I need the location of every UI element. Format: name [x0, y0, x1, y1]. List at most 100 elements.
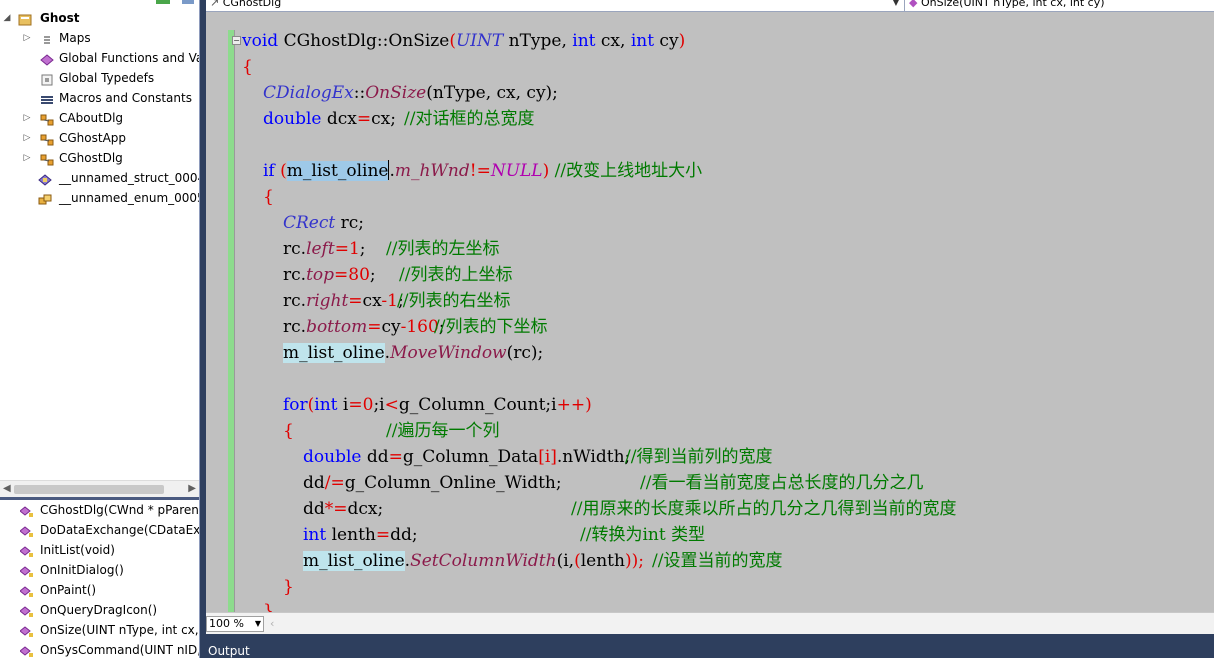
token: {	[263, 187, 274, 207]
token: void	[242, 31, 284, 51]
token: (nType, cx, cy);	[426, 83, 558, 103]
code-line-16: {	[283, 418, 294, 444]
chevron-down-icon[interactable]: ▼	[255, 617, 261, 631]
token: 1	[348, 239, 360, 259]
class-icon	[40, 112, 54, 126]
token: cx,	[595, 31, 631, 51]
token: int	[303, 525, 327, 545]
token: =	[334, 239, 349, 259]
method-icon	[19, 564, 34, 577]
token: =	[375, 525, 391, 545]
code-line-23: }	[263, 598, 274, 612]
token: m_hWnd	[394, 161, 470, 181]
class-combo-icon: ↗	[210, 0, 220, 9]
code-line-4: double dcx=cx;	[263, 106, 396, 132]
member-item[interactable]: CGhostDlg(CWnd * pParent	[0, 500, 199, 520]
token: CRect	[283, 213, 336, 233]
scroll-left-icon[interactable]: ‹	[270, 617, 274, 630]
code-line-19: dd*=dcx;	[303, 496, 383, 522]
member-item[interactable]: OnSysCommand(UINT nID, L	[0, 640, 199, 658]
tree-item-cghostapp[interactable]: ▷ CGhostApp	[0, 128, 199, 148]
maps-icon	[40, 32, 54, 44]
scrollbar-thumb[interactable]	[14, 485, 164, 494]
code-comment: //得到当前列的宽度	[625, 447, 773, 467]
member-label: OnQueryDragIcon()	[40, 603, 158, 617]
member-combo[interactable]: ◆ OnSize(UINT nType, int cx, int cy)	[904, 0, 1214, 11]
token: for	[283, 395, 308, 415]
member-item[interactable]: OnQueryDragIcon()	[0, 600, 199, 620]
token: ));	[624, 551, 644, 571]
code-comment: //设置当前的宽度	[652, 551, 783, 571]
token-highlighted: m_list_oline	[303, 551, 405, 571]
collapse-arrow-icon[interactable]: ◢	[2, 8, 12, 28]
class-tree-horizontal-scrollbar[interactable]: ◀ ▶	[0, 480, 199, 497]
scroll-left-icon[interactable]: ◀	[3, 483, 11, 494]
token: [	[538, 447, 545, 467]
token: CDialogEx	[263, 83, 354, 103]
code-line-15: for(int i=0;i<g_Column_Count;i++)	[283, 392, 592, 418]
token: 80	[348, 265, 370, 285]
token: {	[242, 57, 253, 77]
token: }	[263, 601, 274, 612]
zoom-combo[interactable]: 100 % ▼	[206, 616, 264, 632]
token: (	[280, 161, 287, 181]
token: OnSize	[365, 83, 427, 103]
member-item[interactable]: OnInitDialog()	[0, 560, 199, 580]
token: top	[306, 265, 335, 285]
token: ::	[376, 31, 389, 51]
token: ;	[359, 239, 366, 259]
tree-item-unnamed-enum[interactable]: __unnamed_enum_0005_	[0, 188, 199, 208]
tree-item-caboutdlg[interactable]: ▷ CAboutDlg	[0, 108, 199, 128]
token: g_Column_Data	[402, 447, 539, 467]
project-icon	[18, 12, 32, 26]
method-icon	[19, 524, 34, 537]
token-selected: m_list_oline	[286, 161, 389, 181]
member-item[interactable]: OnSize(UINT nType, int cx, i	[0, 620, 199, 640]
member-label: OnSize(UINT nType, int cx, i	[40, 623, 199, 637]
token: }	[283, 577, 294, 597]
collapse-region-icon[interactable]: −	[232, 36, 241, 45]
token: g_Column_Online_Width;	[344, 473, 562, 493]
member-item[interactable]: InitList(void)	[0, 540, 199, 560]
token: MoveWindow	[390, 343, 507, 363]
tree-item-unnamed-struct[interactable]: __unnamed_struct_0004_	[0, 168, 199, 188]
tree-item-global-functions[interactable]: Global Functions and Va	[0, 48, 199, 68]
code-comment: //列表的左坐标	[386, 239, 500, 259]
tree-item-maps[interactable]: ▷ Maps	[0, 28, 199, 48]
tree-item-global-typedefs[interactable]: Global Typedefs	[0, 68, 199, 88]
token: int	[630, 31, 655, 51]
member-label: CGhostDlg(CWnd * pParent	[40, 503, 199, 517]
token: dd;	[390, 525, 418, 545]
class-combo[interactable]: ↗ CGhostDlg ▼	[210, 0, 902, 11]
code-editor[interactable]: − void CGhostDlg::OnSize(UINT nType, int…	[206, 12, 1214, 612]
class-icon	[40, 152, 54, 166]
token: )	[585, 395, 592, 415]
member-item[interactable]: DoDataExchange(CDataExch	[0, 520, 199, 540]
token: cx;	[371, 109, 396, 129]
typedefs-icon	[40, 72, 54, 86]
token: {	[283, 421, 294, 441]
expand-arrow-icon[interactable]: ▷	[22, 128, 32, 148]
tree-item-ghost[interactable]: ◢ Ghost	[0, 8, 199, 28]
code-comment: //列表的上坐标	[399, 265, 513, 285]
token: right	[306, 291, 349, 311]
expand-arrow-icon[interactable]: ▷	[22, 108, 32, 128]
token: double	[263, 109, 322, 129]
scroll-right-icon[interactable]: ▶	[188, 483, 196, 494]
tree-item-cghostdlg[interactable]: ▷ CGhostDlg	[0, 148, 199, 168]
tree-item-macros[interactable]: Macros and Constants	[0, 88, 199, 108]
output-tab[interactable]: Output	[208, 644, 250, 658]
token-highlighted: m_list_oline	[283, 343, 385, 363]
code-line-11: rc.right=cx-1;	[283, 288, 404, 314]
expand-arrow-icon[interactable]: ▷	[22, 148, 32, 168]
code-line-6: if (m_list_oline.m_hWnd!=NULL) //改变上线地址大…	[263, 158, 702, 184]
code-comment: //列表的右坐标	[397, 291, 511, 311]
token: NULL	[490, 161, 543, 181]
chevron-down-icon[interactable]: ▼	[890, 0, 902, 11]
method-icon	[19, 624, 34, 637]
code-line-1: void CGhostDlg::OnSize(UINT nType, int c…	[242, 28, 685, 54]
method-icon	[19, 584, 34, 597]
member-item[interactable]: OnPaint()	[0, 580, 199, 600]
token: dd	[303, 473, 325, 493]
expand-arrow-icon[interactable]: ▷	[22, 28, 32, 48]
